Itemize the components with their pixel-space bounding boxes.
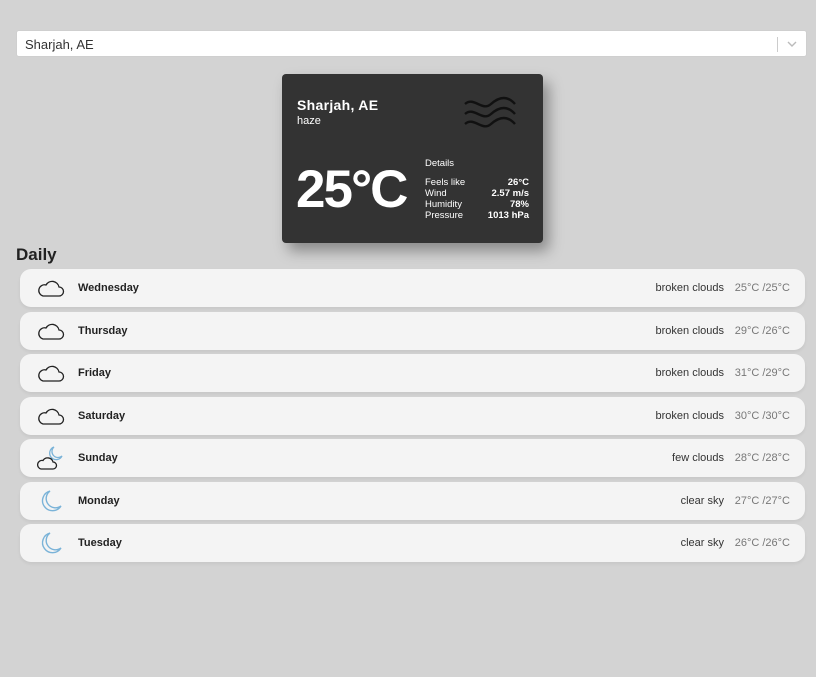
day-temperatures: 31°C /29°C xyxy=(734,367,790,379)
detail-row: Pressure 1013 hPa xyxy=(425,210,529,221)
day-description: broken clouds xyxy=(655,282,725,294)
day-description: clear sky xyxy=(680,494,724,507)
detail-row: Feels like 26°C xyxy=(425,177,529,188)
cloud-icon xyxy=(38,365,65,382)
detail-value: 2.57 m/s xyxy=(491,188,530,199)
haze-icon xyxy=(464,96,516,128)
forecast-row-saturday[interactable]: Saturday broken clouds 30°C /30°C xyxy=(20,396,805,435)
day-description: broken clouds xyxy=(655,367,725,379)
day-temperatures: 30°C /30°C xyxy=(734,409,790,422)
detail-row: Wind 2.57 m/s xyxy=(425,188,529,199)
cloud-icon xyxy=(38,408,65,425)
forecast-row-monday[interactable]: Monday clear sky 27°C /27°C xyxy=(20,481,805,520)
current-temperature: 25°C xyxy=(296,160,408,219)
details-panel: Details Feels like 26°C Wind 2.57 m/s Hu… xyxy=(425,158,529,221)
current-weather-card: Sharjah, AE haze 25°C Details Feels like… xyxy=(282,74,543,243)
day-description: clear sky xyxy=(680,537,724,549)
day-name: Friday xyxy=(78,367,112,379)
detail-value: 1013 hPa xyxy=(487,210,529,221)
day-name: Thursday xyxy=(78,324,128,337)
detail-label: Feels like xyxy=(425,177,466,188)
moon-icon xyxy=(41,532,62,554)
current-city: Sharjah, AE xyxy=(297,97,379,113)
details-title: Details xyxy=(425,158,455,169)
forecast-row-tuesday[interactable]: Tuesday clear sky 26°C /26°C xyxy=(20,524,805,562)
day-description: few clouds xyxy=(672,452,724,464)
detail-label: Pressure xyxy=(425,210,464,221)
detail-value: 78% xyxy=(509,199,529,210)
day-name: Saturday xyxy=(78,409,126,422)
day-temperatures: 26°C /26°C xyxy=(734,537,790,549)
detail-value: 26°C xyxy=(507,177,529,188)
moon-cloud-icon xyxy=(37,446,63,470)
forecast-row-friday[interactable]: Friday broken clouds 31°C /29°C xyxy=(20,354,805,392)
forecast-row-thursday[interactable]: Thursday broken clouds 29°C /26°C xyxy=(20,311,805,350)
day-description: broken clouds xyxy=(655,324,725,337)
day-temperatures: 29°C /26°C xyxy=(734,324,790,337)
detail-label: Wind xyxy=(425,188,447,199)
current-description: haze xyxy=(297,115,321,127)
day-description: broken clouds xyxy=(655,409,725,422)
search-value: Sharjah, AE xyxy=(25,37,94,52)
day-temperatures: 25°C /25°C xyxy=(734,282,790,294)
detail-row: Humidity 78% xyxy=(425,199,529,210)
day-name: Tuesday xyxy=(78,537,122,549)
day-name: Wednesday xyxy=(78,282,139,294)
cloud-icon xyxy=(38,323,65,340)
daily-title: Daily xyxy=(16,245,57,264)
chevron-down-icon[interactable] xyxy=(785,37,799,51)
city-search-select[interactable]: Sharjah, AE xyxy=(16,30,807,57)
moon-icon xyxy=(41,489,62,511)
daily-forecast-list: Wednesday broken clouds 25°C /25°C Thurs… xyxy=(20,269,805,567)
cloud-icon xyxy=(38,280,65,297)
forecast-row-sunday[interactable]: Sunday few clouds 28°C /28°C xyxy=(20,439,805,477)
day-name: Sunday xyxy=(78,452,118,464)
forecast-row-wednesday[interactable]: Wednesday broken clouds 25°C /25°C xyxy=(20,269,805,307)
select-separator xyxy=(777,37,778,52)
day-temperatures: 27°C /27°C xyxy=(734,494,790,507)
day-temperatures: 28°C /28°C xyxy=(734,452,790,464)
day-name: Monday xyxy=(78,494,120,507)
detail-label: Humidity xyxy=(425,199,462,210)
